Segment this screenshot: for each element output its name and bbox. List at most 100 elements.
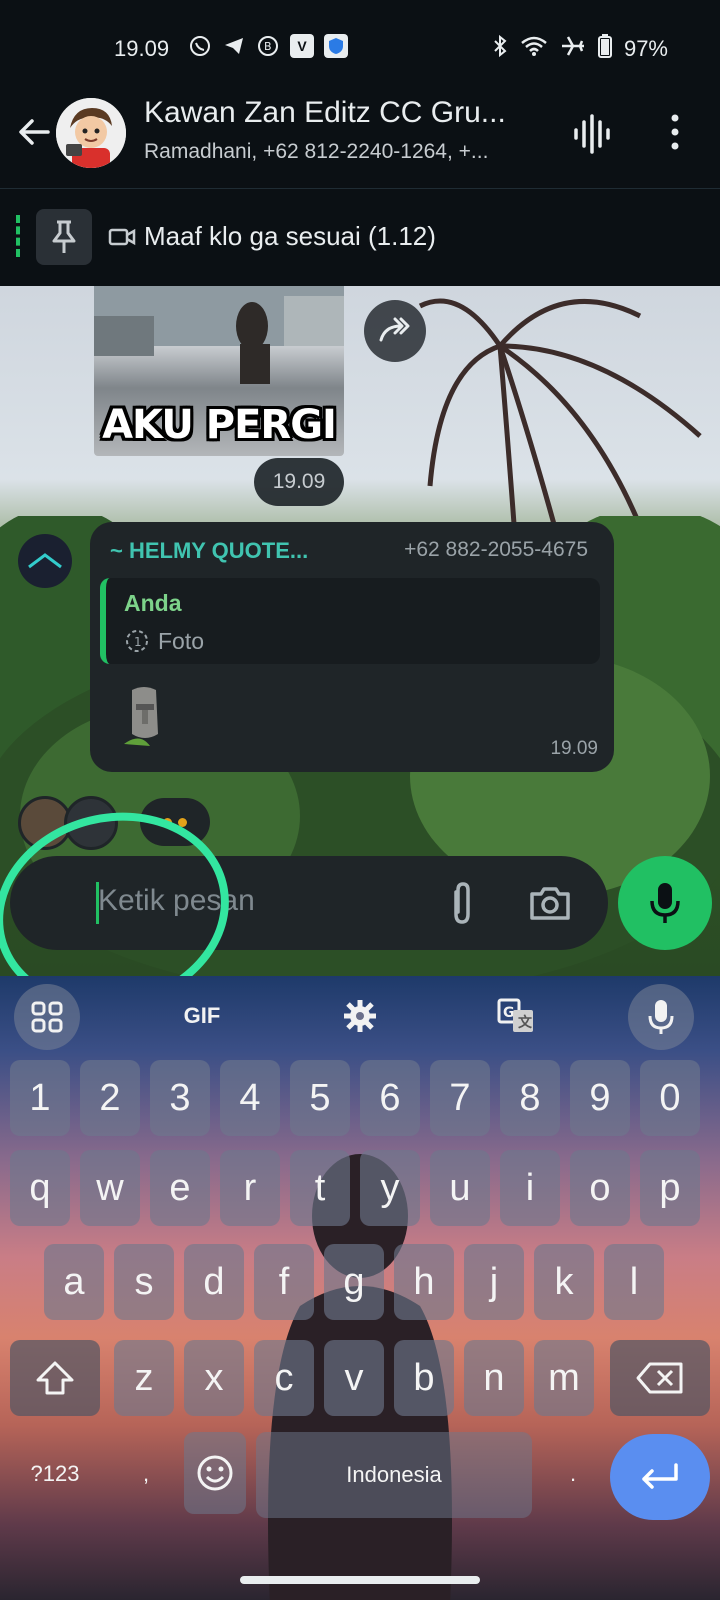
pinned-message-bar[interactable]: Maaf klo ga sesuai (1.12): [0, 188, 720, 286]
symbols-key[interactable]: ?123: [10, 1436, 100, 1512]
battery-icon: [597, 34, 612, 64]
key-0[interactable]: 0: [640, 1060, 700, 1136]
chat-participants[interactable]: Ramadhani, +62 812-2240-1264, +...: [144, 140, 488, 164]
key-i[interactable]: i: [500, 1150, 560, 1226]
key-4[interactable]: 4: [220, 1060, 280, 1136]
forward-icon: [379, 317, 410, 342]
quoted-text: Foto: [158, 628, 205, 654]
translate-button[interactable]: G文: [488, 990, 544, 1042]
pin-icon: [52, 220, 76, 253]
status-time: 19.09: [114, 36, 170, 61]
camera-button[interactable]: [526, 880, 574, 926]
key-k[interactable]: k: [534, 1244, 594, 1320]
more-options-button[interactable]: [660, 110, 690, 154]
pinned-message-text: Maaf klo ga sesuai (1.12): [144, 221, 436, 251]
key-a[interactable]: a: [44, 1244, 104, 1320]
key-6[interactable]: 6: [360, 1060, 420, 1136]
quoted-author: Anda: [124, 590, 182, 616]
camera-icon: [530, 887, 570, 920]
key-w[interactable]: w: [80, 1150, 140, 1226]
back-button[interactable]: [14, 112, 54, 152]
svg-text:G: G: [503, 1005, 515, 1021]
comma-key[interactable]: ,: [108, 1436, 184, 1512]
emoji-key[interactable]: [184, 1432, 246, 1514]
reply-message-bubble[interactable]: ~ HELMY QUOTE... +62 882-2055-4675 Anda …: [90, 522, 614, 772]
pin-indicator: [16, 215, 20, 257]
apps-button[interactable]: [14, 984, 80, 1050]
backspace-icon: [636, 1362, 683, 1394]
period-key[interactable]: .: [540, 1436, 606, 1512]
home-indicator[interactable]: [240, 1576, 480, 1584]
backspace-key[interactable]: [610, 1340, 710, 1416]
grid-icon: [31, 1001, 63, 1033]
key-z[interactable]: z: [114, 1340, 174, 1416]
key-v[interactable]: v: [324, 1340, 384, 1416]
sender-phone[interactable]: +62 882-2055-4675: [404, 538, 588, 562]
key-d[interactable]: d: [184, 1244, 244, 1320]
svg-text:文: 文: [518, 1014, 533, 1031]
key-5[interactable]: 5: [290, 1060, 350, 1136]
key-3[interactable]: 3: [150, 1060, 210, 1136]
system-status: 97%: [492, 34, 668, 64]
key-p[interactable]: p: [640, 1150, 700, 1226]
chat-title[interactable]: Kawan Zan Editz CC Gru...: [144, 96, 506, 130]
forward-button[interactable]: [364, 300, 426, 362]
sender-avatar[interactable]: [18, 534, 72, 588]
whatsapp-icon: [188, 34, 212, 58]
space-key[interactable]: Indonesia: [256, 1432, 532, 1518]
moai-emoji-icon: [124, 687, 158, 746]
key-r[interactable]: r: [220, 1150, 280, 1226]
attach-button[interactable]: [440, 880, 484, 926]
key-j[interactable]: j: [464, 1244, 524, 1320]
key-8[interactable]: 8: [500, 1060, 560, 1136]
voice-input-button[interactable]: [628, 984, 694, 1050]
key-c[interactable]: c: [254, 1340, 314, 1416]
key-o[interactable]: o: [570, 1150, 630, 1226]
gif-button[interactable]: GIF: [174, 990, 230, 1042]
wifi-icon: [520, 35, 548, 63]
key-7[interactable]: 7: [430, 1060, 490, 1136]
key-f[interactable]: f: [254, 1244, 314, 1320]
group-avatar[interactable]: [56, 98, 126, 168]
telegram-icon: [222, 34, 246, 58]
key-u[interactable]: u: [430, 1150, 490, 1226]
key-s[interactable]: s: [114, 1244, 174, 1320]
voice-record-button[interactable]: [618, 856, 712, 950]
key-t[interactable]: t: [290, 1150, 350, 1226]
key-9[interactable]: 9: [570, 1060, 630, 1136]
sticker-image[interactable]: AKU PERGI: [94, 286, 344, 456]
enter-icon: [642, 1463, 678, 1489]
settings-button[interactable]: [332, 990, 388, 1042]
key-h[interactable]: h: [394, 1244, 454, 1320]
bluetooth-icon: [492, 34, 508, 64]
key-l[interactable]: l: [604, 1244, 664, 1320]
sender-name[interactable]: ~ HELMY QUOTE...: [110, 538, 308, 564]
key-m[interactable]: m: [534, 1340, 594, 1416]
sticker-caption: AKU PERGI: [102, 402, 337, 448]
key-1[interactable]: 1: [10, 1060, 70, 1136]
smiley-icon: [197, 1455, 233, 1491]
message-time: 19.09: [550, 738, 598, 759]
pin-icon-box: [36, 209, 92, 265]
key-2[interactable]: 2: [80, 1060, 140, 1136]
key-q[interactable]: q: [10, 1150, 70, 1226]
keyboard-toolbar: GIF G文: [0, 976, 720, 1056]
key-x[interactable]: x: [184, 1340, 244, 1416]
key-n[interactable]: n: [464, 1340, 524, 1416]
shift-key[interactable]: [10, 1340, 100, 1416]
soft-keyboard: GIF G文 1234567890 qwertyuiop asdfghjkl z…: [0, 976, 720, 1600]
microphone-icon: [650, 883, 680, 923]
gear-icon: [344, 1000, 376, 1032]
key-e[interactable]: e: [150, 1150, 210, 1226]
key-y[interactable]: y: [360, 1150, 420, 1226]
enter-key[interactable]: [610, 1434, 710, 1520]
chat-area[interactable]: AKU PERGI 19.09 ~ HELMY QUOTE... +62 882…: [0, 286, 720, 976]
quoted-message[interactable]: Anda 1 Foto: [100, 578, 600, 664]
vidmate-icon: V: [290, 34, 314, 58]
key-g[interactable]: g: [324, 1244, 384, 1320]
translate-icon: G文: [497, 998, 533, 1032]
view-once-icon: 1: [126, 630, 148, 652]
whatsapp-business-icon: B: [256, 34, 280, 58]
voice-chat-button[interactable]: [570, 114, 614, 154]
key-b[interactable]: b: [394, 1340, 454, 1416]
